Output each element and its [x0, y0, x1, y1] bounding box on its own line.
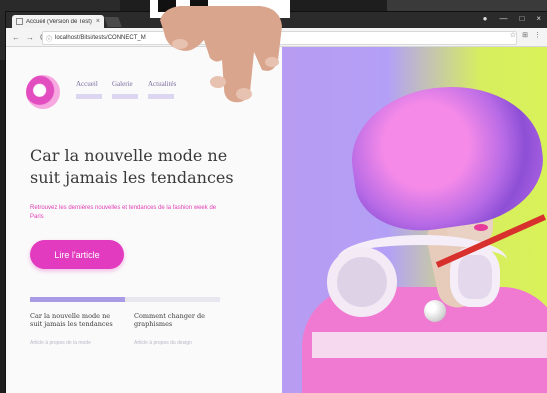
hero-image	[282, 47, 547, 393]
carousel-progress-fill	[30, 297, 125, 302]
lips-shape	[474, 224, 488, 231]
hair-shape	[343, 74, 547, 240]
new-tab-button[interactable]	[104, 17, 122, 27]
hand-icon	[150, 0, 290, 103]
intro-text: Retrouvez les dernières nouvelles et ten…	[30, 205, 217, 220]
address-text[interactable]: localhost/Bitsi/tests/CONNECT_M	[55, 35, 146, 41]
nav-label: Galerie	[112, 80, 133, 88]
read-article-button[interactable]: Lire l'article	[30, 240, 124, 269]
maximize-icon[interactable]: □	[519, 14, 524, 23]
toolbar-actions: ☆ ⊞ ⋮	[510, 31, 541, 39]
article-card-title: Car la nouvelle mode ne suit jamais les …	[30, 312, 113, 328]
nav-underline	[112, 94, 138, 99]
info-icon[interactable]: ⓘ	[46, 34, 52, 43]
window-controls: ● — □ ×	[483, 14, 541, 23]
carousel-progress	[30, 297, 220, 302]
minimize-icon[interactable]: —	[499, 14, 507, 23]
bookmark-star-icon[interactable]: ☆	[510, 31, 516, 39]
nav-underline	[76, 94, 102, 99]
site-logo-icon[interactable]	[26, 75, 60, 109]
article-card[interactable]: Car la nouvelle mode ne suit jamais les …	[30, 312, 120, 347]
nav-label: Accueil	[76, 80, 98, 88]
menu-icon[interactable]: ⋮	[534, 31, 541, 39]
forward-icon[interactable]: →	[26, 33, 34, 42]
article-card[interactable]: Comment changer de graphismes Article à …	[134, 312, 224, 347]
shirt-stripe	[312, 332, 547, 358]
back-icon[interactable]: ←	[12, 33, 20, 42]
extensions-icon[interactable]: ⊞	[522, 31, 528, 39]
browser-tab[interactable]: Accueil (Version de Test) ×	[12, 15, 104, 28]
article-card-subtitle: Article à propos de la mode	[30, 340, 91, 346]
headphone-icon	[327, 247, 397, 317]
page-favicon-icon	[16, 18, 23, 25]
tab-close-icon[interactable]: ×	[96, 18, 100, 25]
profile-icon[interactable]: ●	[483, 14, 488, 23]
nav-item-galerie[interactable]: Galerie	[112, 80, 138, 99]
nav-item-accueil[interactable]: Accueil	[76, 80, 102, 99]
page-headline: Car la nouvelle mode ne suit jamais les …	[30, 146, 234, 187]
article-card-subtitle: Article à propos du design	[134, 340, 192, 346]
pointer-tip-icon	[424, 300, 446, 322]
close-window-icon[interactable]: ×	[536, 14, 541, 23]
tab-title: Accueil (Version de Test)	[26, 18, 92, 25]
article-card-title: Comment changer de graphismes	[134, 312, 206, 328]
